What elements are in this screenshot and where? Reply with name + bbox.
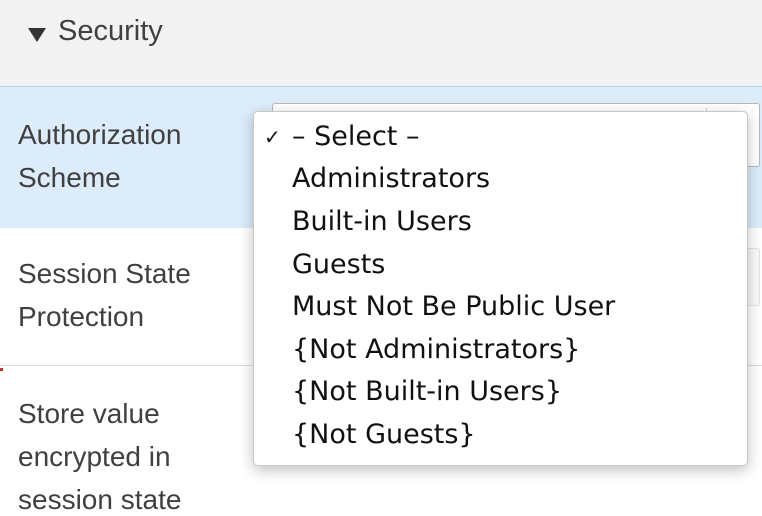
menu-item-label: – Select – xyxy=(292,121,420,152)
menu-item-select[interactable]: ✓ – Select – xyxy=(254,116,747,158)
menu-item-administrators[interactable]: Administrators xyxy=(254,158,747,200)
store-value-encrypted-label: Store value encrypted in session state xyxy=(18,398,182,515)
menu-item-label: {Not Built-in Users} xyxy=(292,376,563,407)
menu-item-not-built-in-users[interactable]: {Not Built-in Users} xyxy=(254,371,747,413)
menu-item-built-in-users[interactable]: Built-in Users xyxy=(254,201,747,243)
edge-marker xyxy=(0,368,3,371)
menu-item-label: Built-in Users xyxy=(292,206,472,237)
menu-item-label: Administrators xyxy=(292,163,491,194)
menu-item-label: {Not Guests} xyxy=(292,419,476,450)
authorization-scheme-label: Authorization Scheme xyxy=(18,119,182,193)
menu-item-must-not-be-public-user[interactable]: Must Not Be Public User xyxy=(254,286,747,328)
menu-item-label: {Not Administrators} xyxy=(292,334,581,365)
menu-item-label: Guests xyxy=(292,249,386,280)
session-state-protection-label: Session State Protection xyxy=(18,258,191,332)
menu-item-not-administrators[interactable]: {Not Administrators} xyxy=(254,329,747,371)
page: Security Authorization Scheme Session St… xyxy=(0,0,762,516)
menu-item-label: Must Not Be Public User xyxy=(292,291,616,322)
menu-item-not-guests[interactable]: {Not Guests} xyxy=(254,414,747,456)
security-section-header[interactable]: Security xyxy=(0,0,762,87)
collapse-triangle-icon[interactable] xyxy=(28,28,46,42)
section-title: Security xyxy=(58,15,163,47)
menu-item-guests[interactable]: Guests xyxy=(254,244,747,286)
checkmark-icon: ✓ xyxy=(264,125,281,149)
authorization-scheme-dropdown-menu[interactable]: ✓ – Select – Administrators Built-in Use… xyxy=(253,111,748,466)
